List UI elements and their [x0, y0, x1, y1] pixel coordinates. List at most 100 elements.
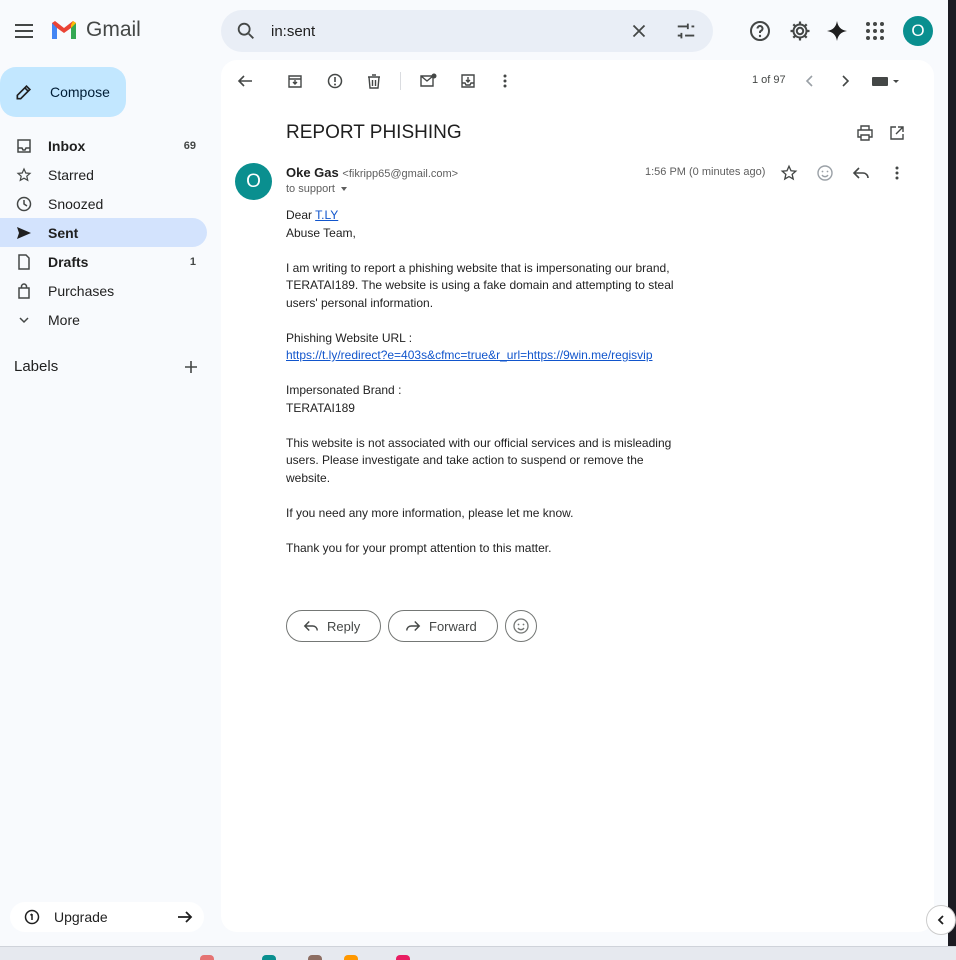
message-time: 1:56 PM (0 minutes ago) — [645, 166, 766, 178]
taskbar-app-icon[interactable] — [200, 955, 214, 960]
forward-button[interactable]: Forward — [388, 610, 498, 642]
search-icon[interactable] — [235, 20, 257, 42]
paragraph-4: Thank you for your prompt attention to t… — [286, 540, 552, 555]
star-message-icon[interactable] — [780, 164, 798, 182]
forward-arrow-icon — [405, 618, 421, 634]
draft-icon — [15, 253, 33, 271]
compose-button[interactable]: Compose — [0, 67, 126, 117]
sender-name[interactable]: Oke Gas — [286, 165, 339, 180]
sidebar-item-inbox[interactable]: Inbox 69 — [0, 131, 207, 160]
gemini-sparkle-icon[interactable] — [825, 19, 849, 43]
greeting-link[interactable]: T.LY — [315, 208, 338, 222]
move-to-icon[interactable] — [459, 72, 477, 90]
side-panel-toggle[interactable] — [926, 905, 956, 935]
sender-info: Oke Gas <fikripp65@gmail.com> — [286, 165, 458, 180]
upgrade-badge-icon — [24, 909, 40, 925]
message-body: Dear T.LY Abuse Team, I am writing to re… — [286, 207, 676, 575]
brand-label: Impersonated Brand : — [286, 383, 402, 397]
os-taskbar — [0, 946, 956, 960]
emoji-reaction-button[interactable] — [505, 610, 537, 642]
account-avatar[interactable]: O — [903, 16, 933, 46]
paragraph-2: This website is not associated with our … — [286, 435, 672, 485]
reply-icon[interactable] — [852, 164, 870, 182]
sidebar-item-label: Snoozed — [48, 195, 104, 212]
taskbar-app-icon[interactable] — [344, 955, 358, 960]
bag-icon — [15, 282, 33, 300]
sidebar-item-label: More — [48, 311, 80, 328]
greeting-line2: Abuse Team, — [286, 225, 356, 240]
greeting-prefix: Dear — [286, 208, 316, 222]
delete-trash-icon[interactable] — [365, 72, 383, 90]
arrow-right-icon — [176, 908, 194, 926]
recipient-text: to support — [286, 183, 335, 195]
sidebar-item-label: Purchases — [48, 282, 115, 299]
sidebar-item-label: Sent — [48, 224, 79, 241]
apps-grid-icon[interactable] — [863, 19, 887, 43]
next-page-icon[interactable] — [836, 72, 854, 90]
input-tools-keyboard-icon[interactable] — [871, 72, 903, 90]
greeting: Dear T.LY Abuse Team, — [286, 207, 676, 242]
report-spam-icon[interactable] — [326, 72, 344, 90]
reply-label: Reply — [327, 618, 361, 634]
top-bar: Gmail O — [0, 0, 956, 62]
taskbar-app-icon[interactable] — [396, 955, 410, 960]
url-block: Phishing Website URL : https://t.ly/redi… — [286, 330, 676, 365]
upgrade-label: Upgrade — [54, 909, 108, 925]
taskbar-app-icon[interactable] — [262, 955, 276, 960]
sidebar-item-starred[interactable]: Starred — [0, 160, 207, 189]
mark-unread-icon[interactable] — [419, 72, 437, 90]
chevron-down-icon — [15, 311, 33, 329]
message-more-vert-icon[interactable] — [888, 164, 906, 182]
pagination-text: 1 of 97 — [752, 74, 786, 86]
print-icon[interactable] — [856, 124, 874, 142]
sidebar-item-sent[interactable]: Sent — [0, 218, 207, 247]
add-label-icon[interactable] — [183, 359, 199, 375]
compose-label: Compose — [50, 84, 110, 100]
app-name: Gmail — [86, 18, 141, 41]
brand-value: TERATAI189 — [286, 400, 355, 415]
sidebar-item-label: Inbox — [48, 137, 86, 154]
unread-count: 69 — [183, 139, 196, 152]
message-subject: REPORT PHISHING — [286, 122, 462, 143]
phishing-url-link[interactable]: https://t.ly/redirect?e=403s&cfmc=true&r… — [286, 348, 653, 362]
paragraph-1: I am writing to report a phishing websit… — [286, 260, 674, 310]
sidebar-item-purchases[interactable]: Purchases — [0, 276, 207, 305]
more-vert-icon[interactable] — [496, 72, 514, 90]
message-panel: 1 of 97 REPORT PHISHING O Oke Gas <fikri… — [221, 60, 934, 932]
labels-section: Labels — [14, 358, 199, 375]
sidebar-nav: Inbox 69 Starred Snoozed Sent Drafts 1 P… — [0, 131, 207, 334]
search-input[interactable] — [271, 18, 611, 44]
clear-search-icon[interactable] — [628, 20, 650, 42]
sidebar-item-snoozed[interactable]: Snoozed — [0, 189, 207, 218]
open-new-window-icon[interactable] — [888, 124, 906, 142]
star-icon — [15, 166, 33, 184]
prev-page-icon[interactable] — [801, 72, 819, 90]
reply-arrow-icon — [303, 618, 319, 634]
back-arrow-icon[interactable] — [236, 72, 254, 90]
smiley-icon — [512, 617, 530, 635]
sidebar-item-label: Drafts — [48, 253, 89, 270]
sidebar-item-more[interactable]: More — [0, 305, 207, 334]
recipient-details[interactable]: to support — [286, 183, 349, 195]
upgrade-button[interactable]: Upgrade — [10, 902, 204, 932]
drafts-count: 1 — [189, 255, 196, 268]
search-options-icon[interactable] — [675, 20, 697, 42]
reply-button[interactable]: Reply — [286, 610, 381, 642]
archive-icon[interactable] — [286, 72, 304, 90]
clock-icon — [15, 195, 33, 213]
sidebar-item-drafts[interactable]: Drafts 1 — [0, 247, 207, 276]
help-icon[interactable] — [748, 19, 772, 43]
forward-label: Forward — [429, 618, 477, 634]
inbox-icon — [15, 137, 33, 155]
pencil-icon — [14, 82, 34, 102]
sender-email: <fikripp65@gmail.com> — [342, 168, 459, 180]
taskbar-app-icon[interactable] — [308, 955, 322, 960]
main-menu-icon[interactable] — [12, 19, 36, 43]
add-reaction-icon[interactable] — [816, 164, 834, 182]
sender-avatar[interactable]: O — [235, 163, 272, 200]
settings-gear-icon[interactable] — [788, 19, 812, 43]
caret-down-icon[interactable] — [339, 184, 349, 194]
search-bar[interactable] — [221, 10, 713, 52]
gmail-logo[interactable]: Gmail — [50, 18, 141, 42]
send-icon — [15, 224, 33, 242]
